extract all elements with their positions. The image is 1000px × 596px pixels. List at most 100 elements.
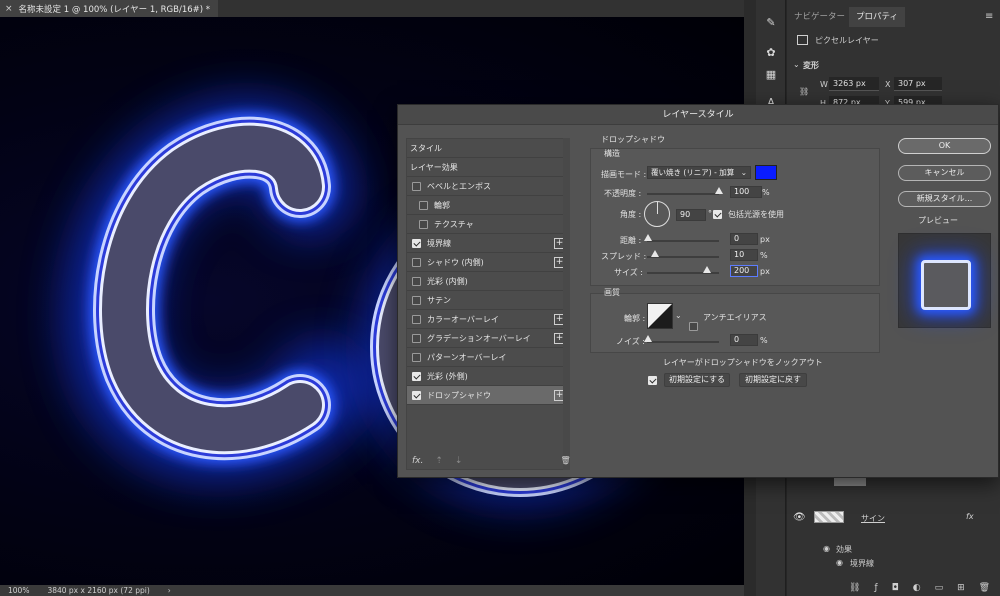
antialias-checkbox[interactable] [689, 322, 698, 331]
spread-input[interactable]: 10 [730, 249, 758, 261]
color-palette-icon[interactable]: ✿ [763, 46, 779, 60]
style-label: 境界線 [427, 238, 451, 248]
list-header-effects[interactable]: レイヤー効果 [407, 158, 569, 177]
style-item[interactable]: パターンオーバーレイ [407, 348, 569, 367]
style-item[interactable]: テクスチャ [407, 215, 569, 234]
move-up-icon[interactable]: ⇡ [435, 456, 443, 466]
tab-properties[interactable]: プロパティ [849, 7, 905, 27]
opacity-input[interactable]: 100 [730, 186, 762, 198]
angle-label: 角度 : [620, 210, 642, 219]
style-item[interactable]: 光彩 (内側) [407, 272, 569, 291]
style-item[interactable]: 光彩 (外側) [407, 367, 569, 386]
width-field[interactable]: 3263 px [829, 77, 879, 91]
knockout-checkbox[interactable] [648, 376, 657, 385]
layer-name[interactable]: サイン [861, 513, 885, 524]
x-field[interactable]: 307 px [894, 77, 942, 91]
status-arrow-icon[interactable]: › [168, 586, 171, 595]
spread-label: スプレッド : [601, 252, 647, 261]
style-label: ドロップシャドウ [427, 390, 491, 400]
style-checkbox[interactable] [419, 219, 428, 229]
contour-picker[interactable] [647, 303, 673, 329]
fx-menu-icon[interactable]: fx. [412, 456, 423, 466]
style-item[interactable]: ベベルとエンボス [407, 177, 569, 196]
shadow-color-swatch[interactable] [755, 165, 777, 180]
blend-mode-select[interactable]: 覆い焼き (リニア) - 加算 ⌄ [647, 166, 751, 179]
noise-slider-track[interactable] [647, 341, 719, 343]
move-down-icon[interactable]: ⇣ [455, 456, 463, 466]
reset-to-default-button[interactable]: 初期設定に戻す [739, 373, 807, 387]
link-icon[interactable]: ⛓ [799, 87, 809, 96]
layer-fx-badge[interactable]: fx [966, 512, 974, 521]
effect-eye-icon[interactable]: ◉ [836, 558, 843, 567]
preview-thumbnail [898, 233, 991, 328]
close-tab-icon[interactable]: × [5, 4, 13, 14]
tab-navigator[interactable]: ナビゲーター [787, 7, 852, 27]
opacity-label: 不透明度 : [604, 189, 642, 198]
style-checkbox[interactable] [412, 371, 421, 381]
style-checkbox[interactable] [412, 257, 421, 267]
style-item[interactable]: グラデーションオーバーレイ + [407, 329, 569, 348]
spread-slider-thumb[interactable] [651, 250, 659, 257]
style-checkbox[interactable] [419, 200, 428, 210]
add-style-icon[interactable]: ƒ [874, 583, 877, 593]
new-group-icon[interactable]: ▭ [935, 583, 944, 593]
size-input[interactable]: 200 [730, 265, 758, 277]
swatches-grid-icon[interactable]: ▦ [763, 68, 779, 82]
style-checkbox[interactable] [412, 314, 421, 324]
noise-slider-thumb[interactable] [644, 335, 652, 342]
angle-dial[interactable] [644, 201, 670, 227]
brush-icon[interactable]: ✎ [763, 16, 779, 30]
status-bar: 100% 3840 px x 2160 px (72 ppi) › [0, 585, 744, 596]
zoom-level[interactable]: 100% [8, 586, 29, 595]
style-checkbox[interactable] [412, 352, 421, 362]
style-item[interactable]: 輪郭 [407, 196, 569, 215]
size-slider-thumb[interactable] [703, 266, 711, 273]
distance-input[interactable]: 0 [730, 233, 758, 245]
add-mask-icon[interactable]: ◘ [892, 583, 899, 593]
style-checkbox[interactable] [412, 238, 421, 248]
style-item[interactable]: 境界線 + [407, 234, 569, 253]
panel-menu-icon[interactable]: ≡ [985, 11, 993, 22]
document-tab[interactable]: × 名称未設定 1 @ 100% (レイヤー 1, RGB/16#) * [0, 0, 218, 17]
delete-effect-icon[interactable]: 🗑 [560, 456, 570, 465]
distance-label: 距離 : [620, 236, 642, 245]
transform-chevron-icon[interactable]: ⌄ [793, 60, 800, 69]
style-item[interactable]: シャドウ (内側) + [407, 253, 569, 272]
opacity-slider-thumb[interactable] [715, 187, 723, 194]
style-checkbox[interactable] [412, 276, 421, 286]
cancel-button[interactable]: キャンセル [898, 165, 991, 181]
style-item[interactable]: ドロップシャドウ + [407, 386, 569, 405]
style-list: スタイル レイヤー効果 ベベルとエンボス 輪郭 テクスチャ 境界線 + シャドウ (内側)… [406, 138, 570, 470]
new-layer-icon[interactable]: ⊞ [957, 583, 965, 593]
delete-layer-icon[interactable]: 🗑 [979, 583, 990, 593]
style-checkbox[interactable] [412, 181, 421, 191]
global-light-checkbox[interactable] [713, 210, 722, 219]
link-layers-icon[interactable]: ⛓ [849, 583, 860, 593]
effects-label: 効果 [836, 545, 852, 554]
antialias-label: アンチエイリアス [703, 313, 767, 322]
style-item[interactable]: カラーオーバーレイ + [407, 310, 569, 329]
layer-kind-label: ピクセルレイヤー [815, 36, 879, 45]
new-style-button[interactable]: 新規スタイル... [898, 191, 991, 207]
document-title: 名称未設定 1 @ 100% (レイヤー 1, RGB/16#) * [18, 4, 211, 15]
visibility-eye-icon[interactable]: 👁 [793, 512, 806, 523]
angle-dial-needle [657, 202, 658, 214]
noise-input[interactable]: 0 [730, 334, 758, 346]
distance-slider-thumb[interactable] [644, 234, 652, 241]
distance-slider-track[interactable] [647, 240, 719, 242]
angle-input[interactable]: 90 [676, 209, 706, 221]
opacity-slider-track[interactable] [647, 193, 719, 195]
make-default-button[interactable]: 初期設定にする [664, 373, 730, 387]
contour-chevron-icon[interactable]: ⌄ [675, 311, 682, 320]
style-item[interactable]: サテン [407, 291, 569, 310]
effects-eye-icon[interactable]: ◉ [823, 544, 830, 553]
spread-unit: % [760, 251, 768, 260]
style-checkbox[interactable] [412, 333, 421, 343]
adjustment-icon[interactable]: ◐ [913, 583, 921, 593]
list-header-styles[interactable]: スタイル [407, 139, 569, 158]
style-list-scrollbar[interactable] [563, 138, 570, 470]
layer-thumbnail [814, 511, 844, 523]
style-checkbox[interactable] [412, 295, 421, 305]
ok-button[interactable]: OK [898, 138, 991, 154]
style-checkbox[interactable] [412, 390, 421, 400]
